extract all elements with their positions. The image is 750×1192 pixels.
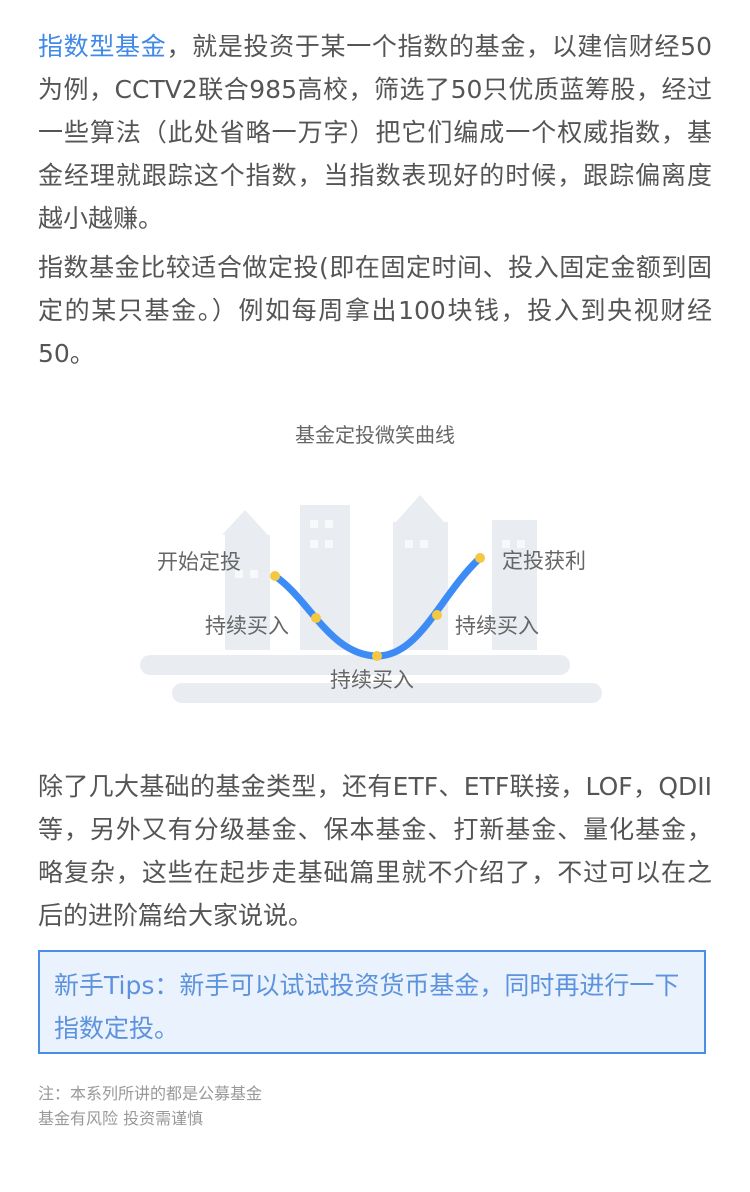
fixed-investment-paragraph: 指数基金比较适合做定投(即在固定时间、投入固定金额到固定的某只基金。）例如每周拿… bbox=[38, 253, 712, 368]
intro-paragraph: 指数型基金，就是投资于某一个指数的基金，以建信财经50为例，CCTV2联合985… bbox=[38, 25, 712, 240]
fund-types-paragraph: 除了几大基础的基金类型，还有ETF、ETF联接，LOF，QDII等，另外又有分级… bbox=[38, 772, 712, 930]
note-risk-warning: 基金有风险 投资需谨慎 bbox=[38, 1109, 204, 1128]
intro-text: ，就是投资于某一个指数的基金，以建信财经50为例，CCTV2联合985高校，筛选… bbox=[38, 32, 712, 233]
label-right-buy: 持续买入 bbox=[455, 614, 539, 638]
label-left-buy: 持续买入 bbox=[205, 614, 289, 638]
illustration-title: 基金定投微笑曲线 bbox=[295, 423, 455, 447]
label-bottom-buy: 持续买入 bbox=[330, 668, 414, 692]
label-profit: 定投获利 bbox=[502, 549, 586, 573]
tips-box: 新手Tips：新手可以试试投资货币基金，同时再进行一下指数定投。 bbox=[38, 950, 706, 1054]
smile-curve-illustration: 基金定投微笑曲线 开始定投 持续买入 持续买入 持续买入 定投获利 bbox=[140, 423, 602, 703]
label-start: 开始定投 bbox=[157, 550, 241, 574]
index-fund-highlight: 指数型基金 bbox=[38, 32, 167, 61]
note-public-funds: 注：本系列所讲的都是公募基金 bbox=[38, 1084, 263, 1103]
